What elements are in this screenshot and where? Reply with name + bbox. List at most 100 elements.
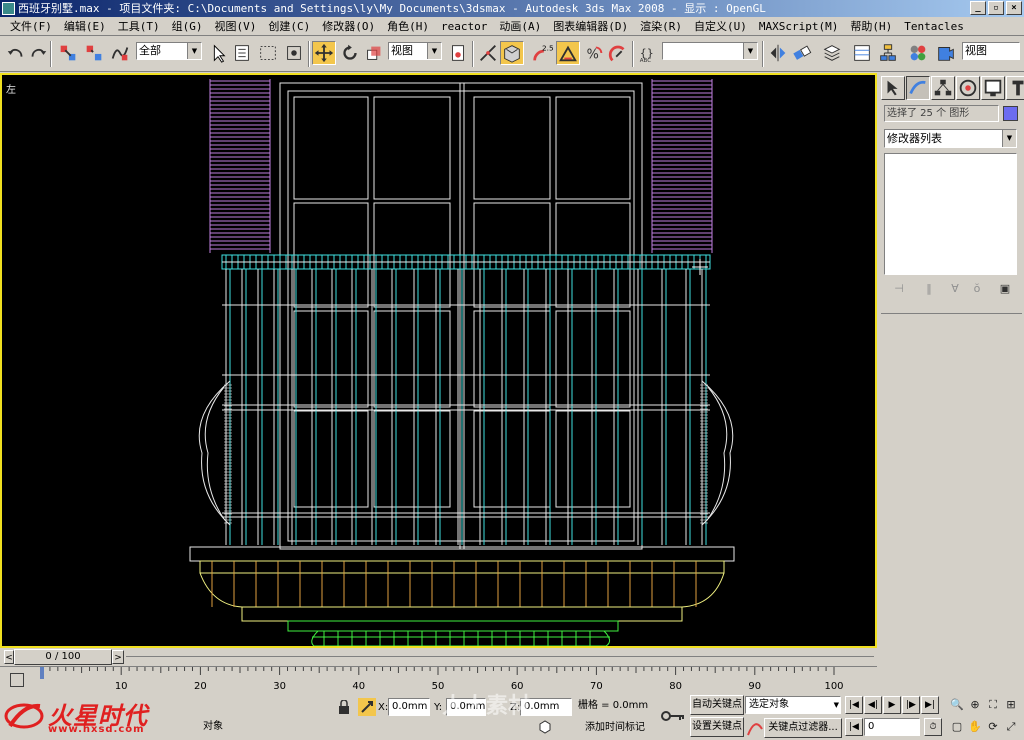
menu-rendering[interactable]: 渲染(R) (634, 18, 688, 34)
zoom-extents-all-icon[interactable]: ⊞ (1002, 696, 1020, 714)
menu-views[interactable]: 视图(V) (209, 18, 263, 34)
menu-help[interactable]: 帮助(H) (844, 18, 898, 34)
time-slider-next-icon[interactable]: > (112, 650, 124, 664)
menu-customize[interactable]: 自定义(U) (688, 18, 753, 34)
modify-tab-icon[interactable] (906, 76, 930, 100)
edit-named-selection-icon[interactable] (606, 41, 630, 65)
modifier-stack-box[interactable] (884, 153, 1017, 275)
render-scene-icon[interactable] (934, 41, 958, 65)
menu-maxscript[interactable]: MAXScript(M) (753, 20, 844, 33)
maximize-viewport-icon[interactable]: ⤢ (1002, 718, 1020, 736)
menu-modifiers[interactable]: 修改器(O) (316, 18, 381, 34)
select-and-link-icon[interactable] (56, 41, 80, 65)
redo-icon[interactable] (26, 41, 50, 65)
set-keys-key-icon[interactable] (660, 706, 686, 726)
modifier-list-dropdown[interactable]: 修改器列表 ▼ (884, 129, 1017, 148)
auto-key-button[interactable]: 自动关键点 (690, 695, 744, 715)
utilities-tab-icon[interactable] (1006, 76, 1024, 100)
time-slider-prev-icon[interactable]: < (4, 650, 14, 664)
bind-to-space-warp-icon[interactable] (108, 41, 132, 65)
pin-stack-icon[interactable]: ⊣ (890, 282, 908, 298)
time-slider-track[interactable] (126, 656, 874, 657)
zoom-extents-icon[interactable]: ⛶ (984, 696, 1002, 714)
set-key-button[interactable]: 设置关键点 (690, 717, 744, 737)
mirror-icon[interactable] (766, 41, 790, 65)
add-time-tag-button[interactable]: 添加时间标记 (576, 719, 654, 739)
select-and-rotate-icon[interactable] (338, 41, 362, 65)
show-end-result-icon[interactable]: ‖ (920, 282, 938, 298)
menu-animation[interactable]: 动画(A) (493, 18, 547, 34)
display-tab-icon[interactable] (981, 76, 1005, 100)
key-mode-dropdown[interactable]: 选定对象 ▼ (745, 696, 841, 714)
track-bar[interactable]: 10 20 30 40 50 60 70 80 90 100 (0, 666, 877, 692)
schematic-view-icon[interactable] (876, 41, 900, 65)
selection-name-field[interactable]: 选择了 25 个 图形 (884, 105, 999, 122)
arc-rotate-icon[interactable]: ⟳ (984, 718, 1002, 736)
pan-view-icon[interactable]: ✋ (966, 718, 984, 736)
next-frame-icon[interactable]: |▶ (902, 696, 920, 714)
key-mode-toggle-icon[interactable]: |◀ (845, 718, 863, 736)
previous-frame-icon[interactable]: ◀| (864, 696, 882, 714)
create-tab-icon[interactable] (881, 76, 905, 100)
play-icon[interactable]: ▶ (883, 696, 901, 714)
percent-snap-icon[interactable] (556, 41, 580, 65)
menu-create[interactable]: 创建(C) (262, 18, 316, 34)
time-configuration-icon[interactable]: ⏱ (924, 718, 942, 736)
key-filters-button[interactable]: 关键点过滤器... (764, 718, 842, 738)
y-coordinate-field[interactable]: 0.0mm (446, 698, 486, 716)
app-icon[interactable] (2, 2, 15, 15)
configure-modifier-sets-icon[interactable]: ▣ (996, 282, 1014, 298)
x-coordinate-field[interactable]: 0.0mm (388, 698, 430, 716)
left-viewport[interactable]: 左 (0, 73, 877, 648)
zoom-region-icon[interactable]: ▢ (948, 718, 966, 736)
menu-group[interactable]: 组(G) (166, 18, 209, 34)
unlink-selection-icon[interactable] (82, 41, 106, 65)
spinner-snap-icon[interactable]: % (582, 41, 606, 65)
selection-lock-icon[interactable] (338, 700, 350, 714)
layer-manager-icon[interactable] (820, 41, 844, 65)
menu-reactor[interactable]: reactor (435, 20, 493, 33)
minimize-button[interactable]: _ (970, 1, 986, 15)
select-and-manipulate-icon[interactable] (476, 41, 500, 65)
rectangular-selection-icon[interactable] (256, 41, 280, 65)
default-in-out-tangent-icon[interactable] (746, 719, 764, 737)
selection-filter-dropdown[interactable]: 全部 ▼ (136, 42, 202, 60)
make-unique-icon[interactable]: ∀ (946, 282, 964, 298)
maxscript-listener-icon[interactable] (538, 720, 552, 734)
menu-tentacles[interactable]: Tentacles (898, 20, 970, 33)
go-to-start-icon[interactable]: |◀ (845, 696, 863, 714)
menu-edit[interactable]: 编辑(E) (58, 18, 112, 34)
snaps-toggle-icon[interactable] (500, 41, 524, 65)
menu-file[interactable]: 文件(F) (4, 18, 58, 34)
window-crossing-icon[interactable] (282, 41, 306, 65)
material-editor-icon[interactable] (906, 41, 930, 65)
select-and-scale-icon[interactable] (362, 41, 386, 65)
undo-icon[interactable] (4, 41, 28, 65)
close-button[interactable]: × (1006, 1, 1022, 15)
curve-editor-icon[interactable] (850, 41, 874, 65)
zoom-all-icon[interactable]: ⊕ (966, 696, 984, 714)
time-slider-thumb[interactable]: 0 / 100 (14, 649, 112, 665)
zoom-icon[interactable]: 🔍 (948, 696, 966, 714)
render-viewport-field[interactable]: 视图 (962, 42, 1020, 60)
absolute-mode-transform-icon[interactable] (358, 698, 376, 716)
object-color-swatch[interactable] (1003, 106, 1018, 121)
menu-graph-editors[interactable]: 图表编辑器(D) (547, 18, 634, 34)
z-coordinate-field[interactable]: 0.0mm (520, 698, 572, 716)
menu-tools[interactable]: 工具(T) (112, 18, 166, 34)
named-selection-sets-icon[interactable]: {}ABC (636, 41, 660, 65)
go-to-end-icon[interactable]: ▶| (921, 696, 939, 714)
current-frame-marker[interactable] (40, 667, 44, 679)
remove-modifier-icon[interactable]: ŏ (968, 282, 986, 298)
restore-button[interactable]: ▫ (988, 1, 1004, 15)
current-frame-field[interactable]: 0 (864, 718, 920, 736)
named-selection-dropdown[interactable]: ▼ (662, 42, 758, 60)
select-object-icon[interactable] (206, 41, 230, 65)
motion-tab-icon[interactable] (956, 76, 980, 100)
menu-character[interactable]: 角色(H) (381, 18, 435, 34)
select-by-name-icon[interactable] (230, 41, 254, 65)
angle-snap-icon[interactable]: 2.5 (530, 41, 554, 65)
track-bar-menu-icon[interactable] (10, 673, 24, 687)
use-pivot-center-icon[interactable] (446, 41, 470, 65)
reference-coordinate-dropdown[interactable]: 视图 ▼ (388, 42, 442, 60)
